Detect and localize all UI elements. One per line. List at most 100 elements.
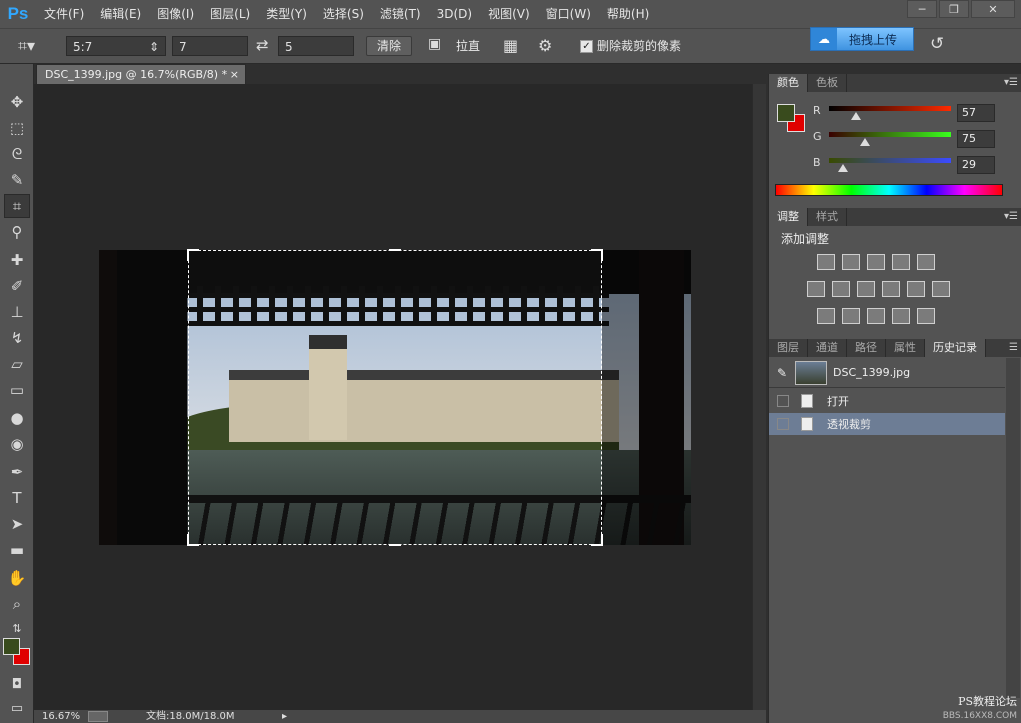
curves-icon[interactable]: [867, 254, 885, 270]
checkbox-checked-icon[interactable]: ✓: [580, 40, 593, 53]
screen-mode-icon[interactable]: ▭: [4, 696, 30, 720]
selective-color-icon[interactable]: [917, 308, 935, 324]
close-tab-icon[interactable]: ×: [230, 65, 239, 84]
swap-colors-icon[interactable]: ⇅: [4, 616, 30, 640]
gradient-map-icon[interactable]: [892, 308, 910, 324]
channel-mixer-icon[interactable]: [907, 281, 925, 297]
b-slider-thumb[interactable]: [838, 164, 848, 172]
hue-saturation-icon[interactable]: [807, 281, 825, 297]
menu-file[interactable]: 文件(F): [36, 0, 92, 28]
crop-tool-preset-icon[interactable]: ⌗▾: [18, 36, 35, 56]
photo-filter-icon[interactable]: [882, 281, 900, 297]
color-lookup-icon[interactable]: [932, 281, 950, 297]
move-tool-icon[interactable]: ✥: [4, 90, 30, 114]
history-state-open[interactable]: 打开: [769, 390, 1005, 412]
menu-layer[interactable]: 图层(L): [202, 0, 258, 28]
b-value-input[interactable]: 29: [957, 156, 995, 174]
grid-overlay-icon[interactable]: ▦: [503, 36, 518, 56]
tab-paths[interactable]: 路径: [847, 339, 886, 357]
invert-icon[interactable]: [817, 308, 835, 324]
panel-foreground-swatch[interactable]: [777, 104, 795, 122]
posterize-icon[interactable]: [842, 308, 860, 324]
dodge-tool-icon[interactable]: ◉: [4, 432, 30, 456]
black-white-icon[interactable]: [857, 281, 875, 297]
history-scrollbar[interactable]: [1006, 358, 1020, 698]
g-slider[interactable]: [829, 132, 951, 137]
crop-handle-top-left[interactable]: [187, 249, 199, 261]
eyedropper-tool-icon[interactable]: ⚲: [4, 220, 30, 244]
width-input[interactable]: 7: [172, 36, 248, 56]
brush-tool-icon[interactable]: ✐: [4, 274, 30, 298]
color-spectrum-bar[interactable]: [775, 184, 1003, 196]
adjustments-menu-icon[interactable]: ▾☰: [1004, 208, 1018, 226]
clone-stamp-tool-icon[interactable]: ⊥: [4, 300, 30, 324]
straighten-label[interactable]: 拉直: [456, 36, 480, 56]
minimize-button[interactable]: ─: [907, 0, 937, 18]
r-value-input[interactable]: 57: [957, 104, 995, 122]
zoom-level[interactable]: 16.67%: [42, 710, 80, 723]
type-tool-icon[interactable]: T: [4, 486, 30, 510]
rectangle-tool-icon[interactable]: ▬: [4, 538, 30, 562]
crop-handle-top[interactable]: [389, 249, 401, 253]
brightness-contrast-icon[interactable]: [817, 254, 835, 270]
crop-handle-top-right[interactable]: [591, 249, 603, 261]
tab-swatches[interactable]: 色板: [808, 74, 847, 92]
history-state-perspective-crop[interactable]: 透视裁剪: [769, 413, 1005, 435]
document-tab[interactable]: DSC_1399.jpg @ 16.7%(RGB/8) * ×: [36, 64, 246, 84]
exposure-icon[interactable]: [892, 254, 910, 270]
height-input[interactable]: 5: [278, 36, 354, 56]
crop-handle-bottom[interactable]: [389, 542, 401, 546]
g-slider-thumb[interactable]: [860, 138, 870, 146]
vibrance-icon[interactable]: [917, 254, 935, 270]
tab-properties[interactable]: 属性: [886, 339, 925, 357]
restore-button[interactable]: ❐: [939, 0, 969, 18]
crop-handle-bottom-left[interactable]: [187, 534, 199, 546]
status-menu-arrow-icon[interactable]: ▸: [282, 710, 287, 723]
eraser-tool-icon[interactable]: ▱: [4, 352, 30, 376]
delete-cropped-checkbox[interactable]: ✓ 删除裁剪的像素: [580, 36, 681, 56]
foreground-color-swatch[interactable]: [3, 638, 20, 655]
gradient-tool-icon[interactable]: ▭: [4, 378, 30, 402]
b-slider[interactable]: [829, 158, 951, 163]
tab-history[interactable]: 历史记录: [925, 339, 986, 357]
canvas-scrollbar[interactable]: [752, 84, 766, 710]
tab-layers[interactable]: 图层: [769, 339, 808, 357]
menu-image[interactable]: 图像(I): [149, 0, 202, 28]
g-value-input[interactable]: 75: [957, 130, 995, 148]
r-slider[interactable]: [829, 106, 951, 111]
levels-icon[interactable]: [842, 254, 860, 270]
pen-tool-icon[interactable]: ✒: [4, 460, 30, 484]
path-selection-tool-icon[interactable]: ➤: [4, 512, 30, 536]
history-menu-icon[interactable]: ☰: [1009, 339, 1018, 357]
zoom-tool-icon[interactable]: ⌕: [4, 592, 30, 616]
straighten-icon[interactable]: ▣: [428, 36, 441, 56]
history-snapshot[interactable]: ✎ DSC_1399.jpg: [769, 358, 1005, 388]
marquee-tool-icon[interactable]: ⬚: [4, 116, 30, 140]
swap-icon[interactable]: ⇄: [256, 36, 269, 56]
clear-button[interactable]: 清除: [366, 36, 413, 56]
threshold-icon[interactable]: [867, 308, 885, 324]
tab-adjustments[interactable]: 调整: [769, 208, 808, 226]
blur-tool-icon[interactable]: ●: [4, 406, 30, 430]
crop-box[interactable]: [187, 249, 603, 546]
crop-handle-bottom-right[interactable]: [591, 534, 603, 546]
history-checkbox[interactable]: [777, 395, 789, 407]
close-button[interactable]: ✕: [971, 0, 1015, 18]
menu-select[interactable]: 选择(S): [315, 0, 372, 28]
menu-edit[interactable]: 编辑(E): [92, 0, 149, 28]
lasso-tool-icon[interactable]: ᘓ: [4, 142, 30, 166]
gear-icon[interactable]: ⚙: [538, 36, 552, 56]
menu-help[interactable]: 帮助(H): [599, 0, 657, 28]
history-brush-tool-icon[interactable]: ↯: [4, 326, 30, 350]
reset-icon[interactable]: ↺: [930, 34, 944, 54]
upload-button[interactable]: ☁ 拖拽上传: [810, 27, 914, 51]
status-info-icon[interactable]: [88, 711, 108, 722]
menu-type[interactable]: 类型(Y): [258, 0, 315, 28]
tab-color[interactable]: 颜色: [769, 74, 808, 92]
menu-window[interactable]: 窗口(W): [538, 0, 599, 28]
color-balance-icon[interactable]: [832, 281, 850, 297]
quick-mask-icon[interactable]: ◘: [4, 672, 30, 696]
crop-tool-icon[interactable]: ⌗: [4, 194, 30, 218]
menu-3d[interactable]: 3D(D): [429, 0, 480, 28]
tab-styles[interactable]: 样式: [808, 208, 847, 226]
